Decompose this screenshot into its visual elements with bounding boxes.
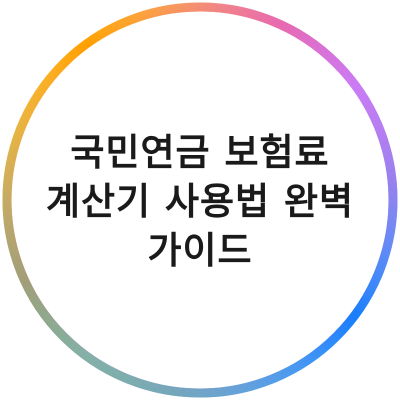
title-line-2: 계산기 사용법 완벽 [45,180,355,223]
title-line-1: 국민연금 보험료 [70,131,330,174]
title-line-3: 가이드 [147,229,253,272]
page-title: 국민연금 보험료 계산기 사용법 완벽 가이드 [0,128,400,275]
thumbnail-canvas: 국민연금 보험료 계산기 사용법 완벽 가이드 [0,0,400,400]
